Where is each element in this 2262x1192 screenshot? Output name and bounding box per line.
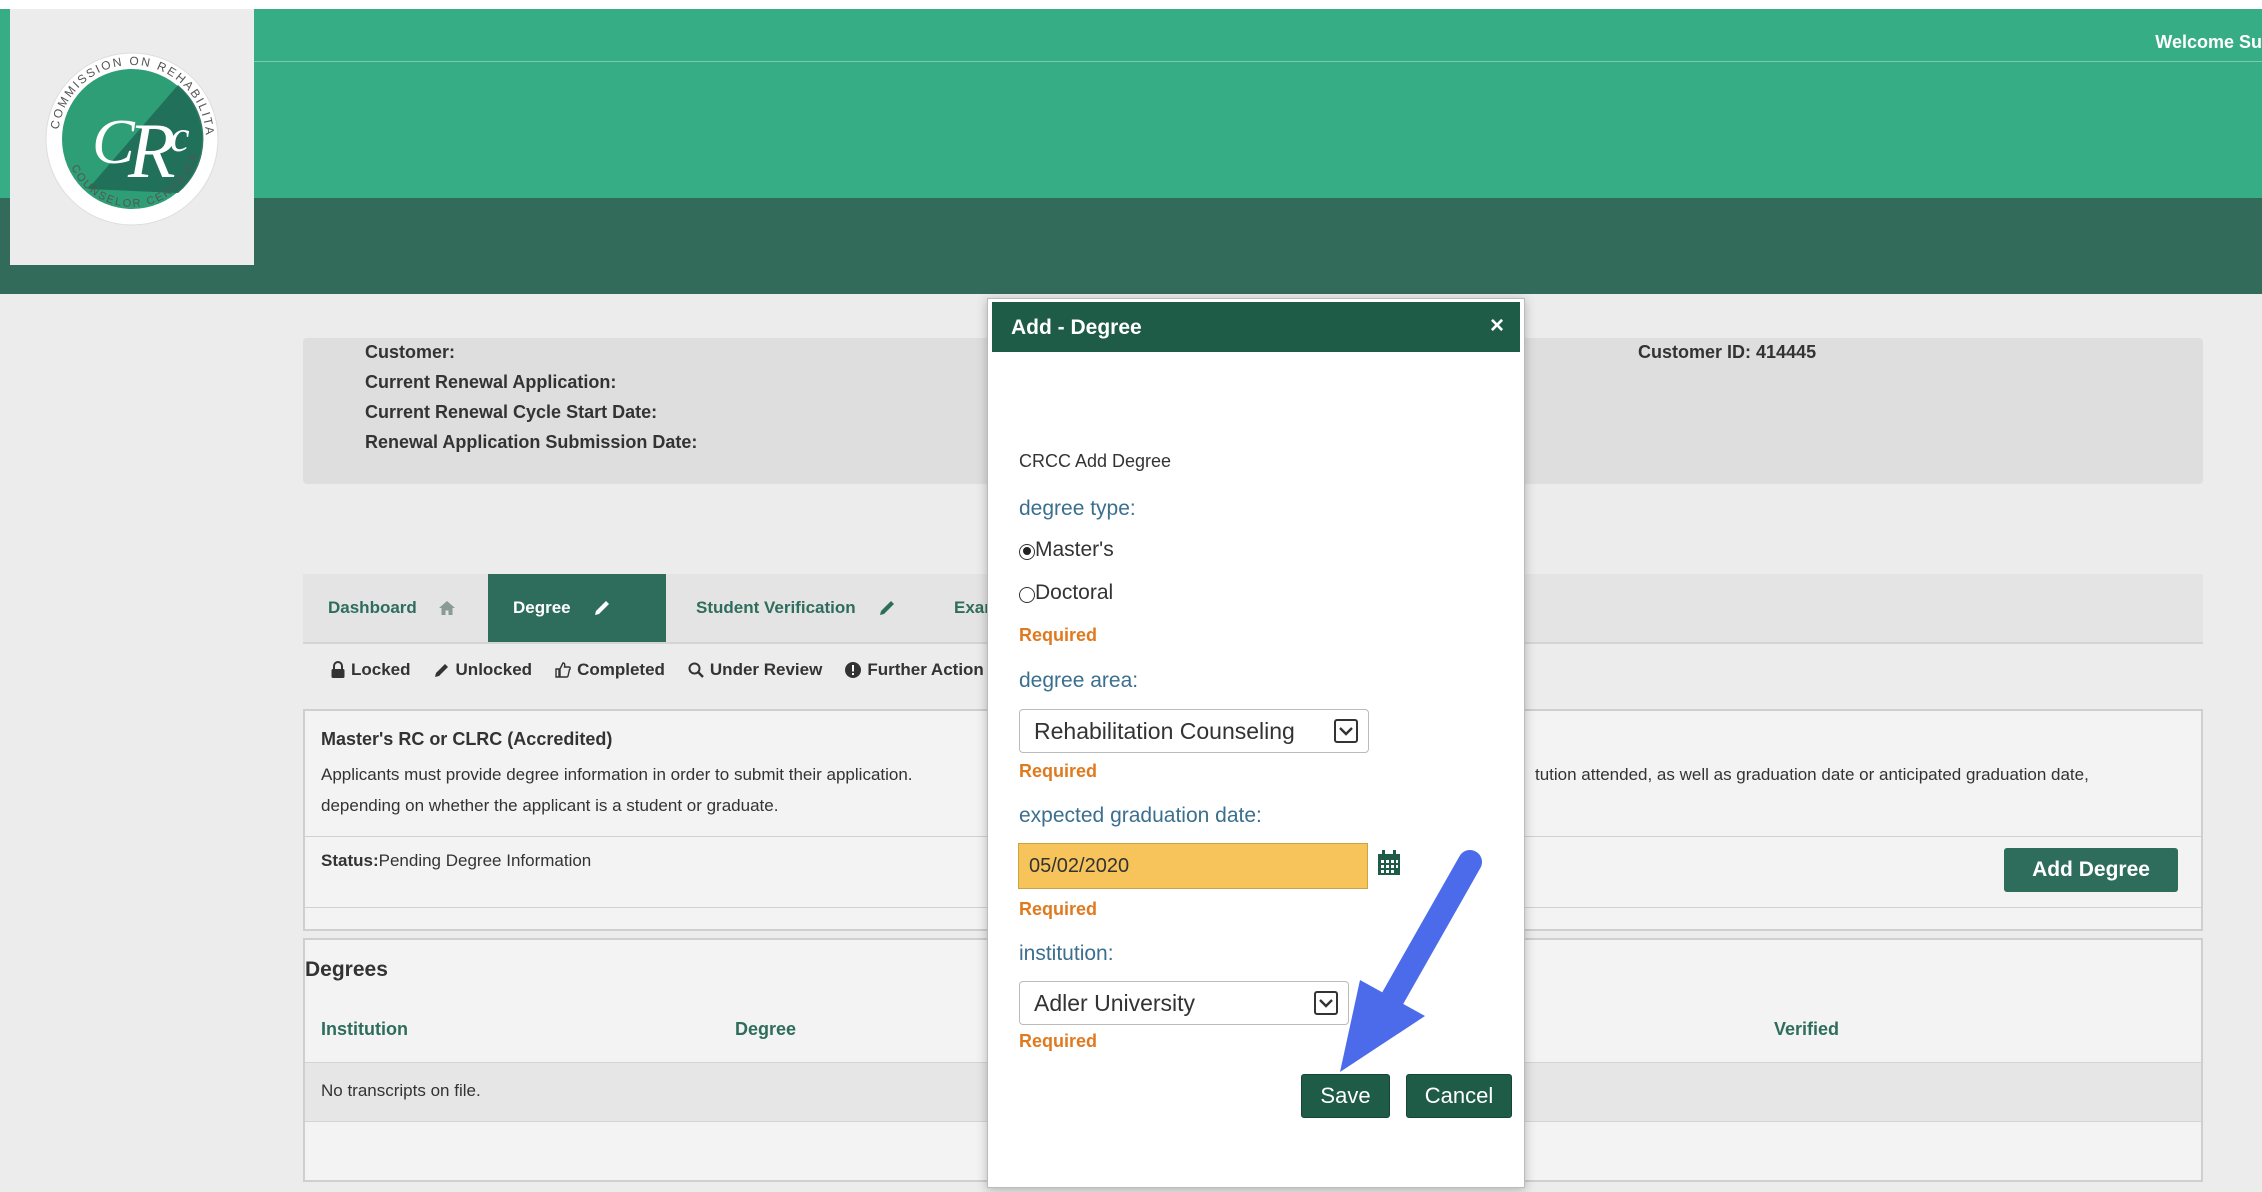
logo[interactable]: C R c COMMISSION ON REHABILITATION COUNS… [10, 9, 254, 265]
requirement-text-right: tution attended, as well as graduation d… [1535, 765, 2089, 784]
modal-subtitle: CRCC Add Degree [1019, 451, 1172, 471]
exclamation-icon [845, 662, 862, 678]
tab-degree[interactable]: Degree [488, 574, 666, 642]
renewal-application-label: Current Renewal Application: [365, 372, 617, 392]
legend-locked: Locked [330, 660, 411, 680]
pencil-icon [879, 601, 894, 615]
status-label: Status: [321, 851, 379, 870]
welcome-text: Welcome Su [2155, 32, 2262, 52]
legend-completed-label: Completed [577, 660, 665, 679]
radio-doctoral-label: Doctoral [1035, 581, 1114, 604]
pencil-icon [594, 601, 609, 615]
empty-transcripts-text: No transcripts on file. [321, 1081, 481, 1100]
grad-date-value: 05/02/2020 [1029, 854, 1130, 877]
degree-type-label: degree type: [1019, 497, 1136, 520]
grad-date-label: expected graduation date: [1019, 804, 1262, 827]
legend-under-review: Under Review [687, 660, 822, 680]
legend-unlocked: Unlocked [433, 660, 533, 680]
status-value: Pending Degree Information [378, 851, 592, 870]
tab-dashboard[interactable]: Dashboard [303, 574, 488, 642]
degree-area-label: degree area: [1019, 669, 1139, 692]
lock-icon [331, 661, 345, 678]
tab-student-verification[interactable]: Student Verification [666, 574, 926, 642]
degree-area-value: Rehabilitation Counseling [1034, 717, 1295, 744]
column-header-verified[interactable]: Verified [1774, 1019, 1839, 1040]
customer-id: Customer ID: 414445 [1638, 342, 1817, 362]
thumbs-up-icon [555, 662, 571, 678]
tab-exam[interactable]: Exar [926, 574, 996, 642]
legend-under-review-label: Under Review [709, 660, 823, 679]
status-text: Status:Pending Degree Information [321, 851, 591, 871]
tab-dashboard-label: Dashboard [328, 598, 417, 617]
required-text: Required [1019, 899, 1098, 919]
radio-masters-input[interactable] [1019, 543, 1035, 560]
tab-degree-label: Degree [513, 598, 571, 617]
crc-logo-icon: C R c COMMISSION ON REHABILITATION COUNS… [28, 39, 219, 226]
modal-header: Add - Degree × [992, 302, 1520, 352]
header-banner [0, 9, 2262, 198]
required-text: Required [1019, 761, 1098, 781]
requirement-text-line2: depending on whether the applicant is a … [321, 796, 779, 815]
legend-further-action-label: Further Action [867, 660, 984, 679]
requirement-title: Master's RC or CLRC (Accredited) [321, 729, 613, 749]
magnifier-icon [688, 662, 704, 678]
header-divider [254, 61, 2262, 62]
radio-doctoral-input[interactable] [1019, 586, 1035, 603]
header-nav-band [0, 198, 2262, 294]
submission-date-label: Renewal Application Submission Date: [365, 432, 698, 452]
tab-student-verification-label: Student Verification [696, 598, 856, 617]
legend-completed: Completed [554, 660, 665, 680]
degree-area-select[interactable]: Rehabilitation Counseling [1019, 709, 1369, 753]
required-text: Required [1019, 1031, 1098, 1051]
annotation-arrow-icon [1340, 850, 1482, 1072]
legend-further-action: Further Action [844, 660, 984, 680]
column-header-degree[interactable]: Degree [735, 1019, 796, 1040]
legend-locked-label: Locked [351, 660, 411, 679]
add-degree-button[interactable]: Add Degree [2004, 848, 2178, 892]
status-legend: Locked Unlocked Completed Under Review F… [330, 656, 1006, 684]
cycle-start-label: Current Renewal Cycle Start Date: [365, 402, 658, 422]
pencil-icon [434, 664, 448, 677]
radio-masters-label: Master's [1035, 538, 1114, 561]
modal-title: Add - Degree [1011, 316, 1142, 339]
column-header-institution[interactable]: Institution [321, 1019, 408, 1040]
requirement-text-left: Applicants must provide degree informati… [321, 765, 913, 784]
chevron-down-icon [1334, 719, 1358, 743]
customer-label: Customer: [365, 342, 456, 362]
close-icon[interactable]: × [1490, 312, 1504, 340]
svg-text:R: R [127, 107, 176, 194]
required-text: Required [1019, 625, 1098, 645]
home-icon [438, 601, 455, 615]
radio-doctoral[interactable]: Doctoral [1019, 581, 1113, 605]
top-strip [0, 0, 2262, 9]
institution-label: institution: [1019, 942, 1114, 965]
tab-exam-label: Exar [954, 598, 991, 617]
degrees-title: Degrees [305, 958, 388, 981]
institution-value: Adler University [1034, 989, 1196, 1016]
svg-text:c: c [170, 112, 190, 161]
legend-unlocked-label: Unlocked [455, 660, 533, 679]
radio-masters[interactable]: Master's [1019, 538, 1114, 562]
